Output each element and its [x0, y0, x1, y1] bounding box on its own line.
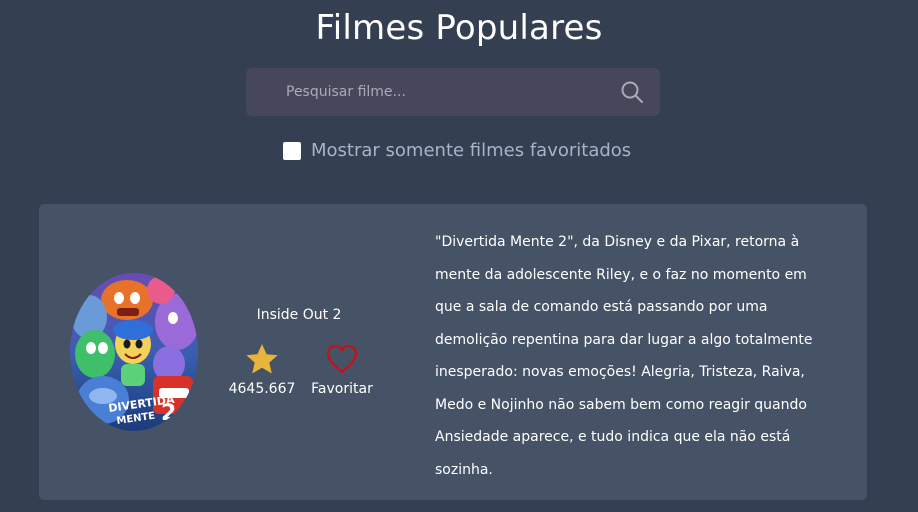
- page: Filmes Populares Mostrar somente filmes …: [0, 0, 918, 512]
- star-icon: [246, 344, 278, 374]
- search-input[interactable]: [246, 68, 606, 116]
- movie-card: DIVERTIDA MENTE 2 Inside Out 2 4645.667 …: [39, 204, 867, 500]
- rating: 4645.667: [227, 343, 297, 397]
- heart-outline-icon[interactable]: [325, 343, 359, 375]
- favorites-filter: Mostrar somente filmes favoritados: [283, 140, 631, 161]
- movie-overview: "Divertida Mente 2", da Disney e da Pixa…: [435, 234, 813, 478]
- search-box: [246, 68, 660, 116]
- movie-poster: DIVERTIDA MENTE 2: [70, 273, 198, 431]
- favorites-only-label[interactable]: Mostrar somente filmes favoritados: [311, 140, 631, 161]
- search-icon[interactable]: [620, 80, 644, 104]
- favorites-only-checkbox[interactable]: [283, 141, 301, 160]
- rating-value: 4645.667: [228, 381, 296, 397]
- favorite-label[interactable]: Favoritar: [310, 381, 374, 397]
- movie-info: Inside Out 2 4645.667 Favoritar: [224, 307, 374, 397]
- svg-text:2: 2: [161, 401, 176, 426]
- movie-title: Inside Out 2: [256, 307, 342, 323]
- favorite-button[interactable]: Favoritar: [310, 343, 374, 397]
- page-title: Filmes Populares: [315, 8, 603, 48]
